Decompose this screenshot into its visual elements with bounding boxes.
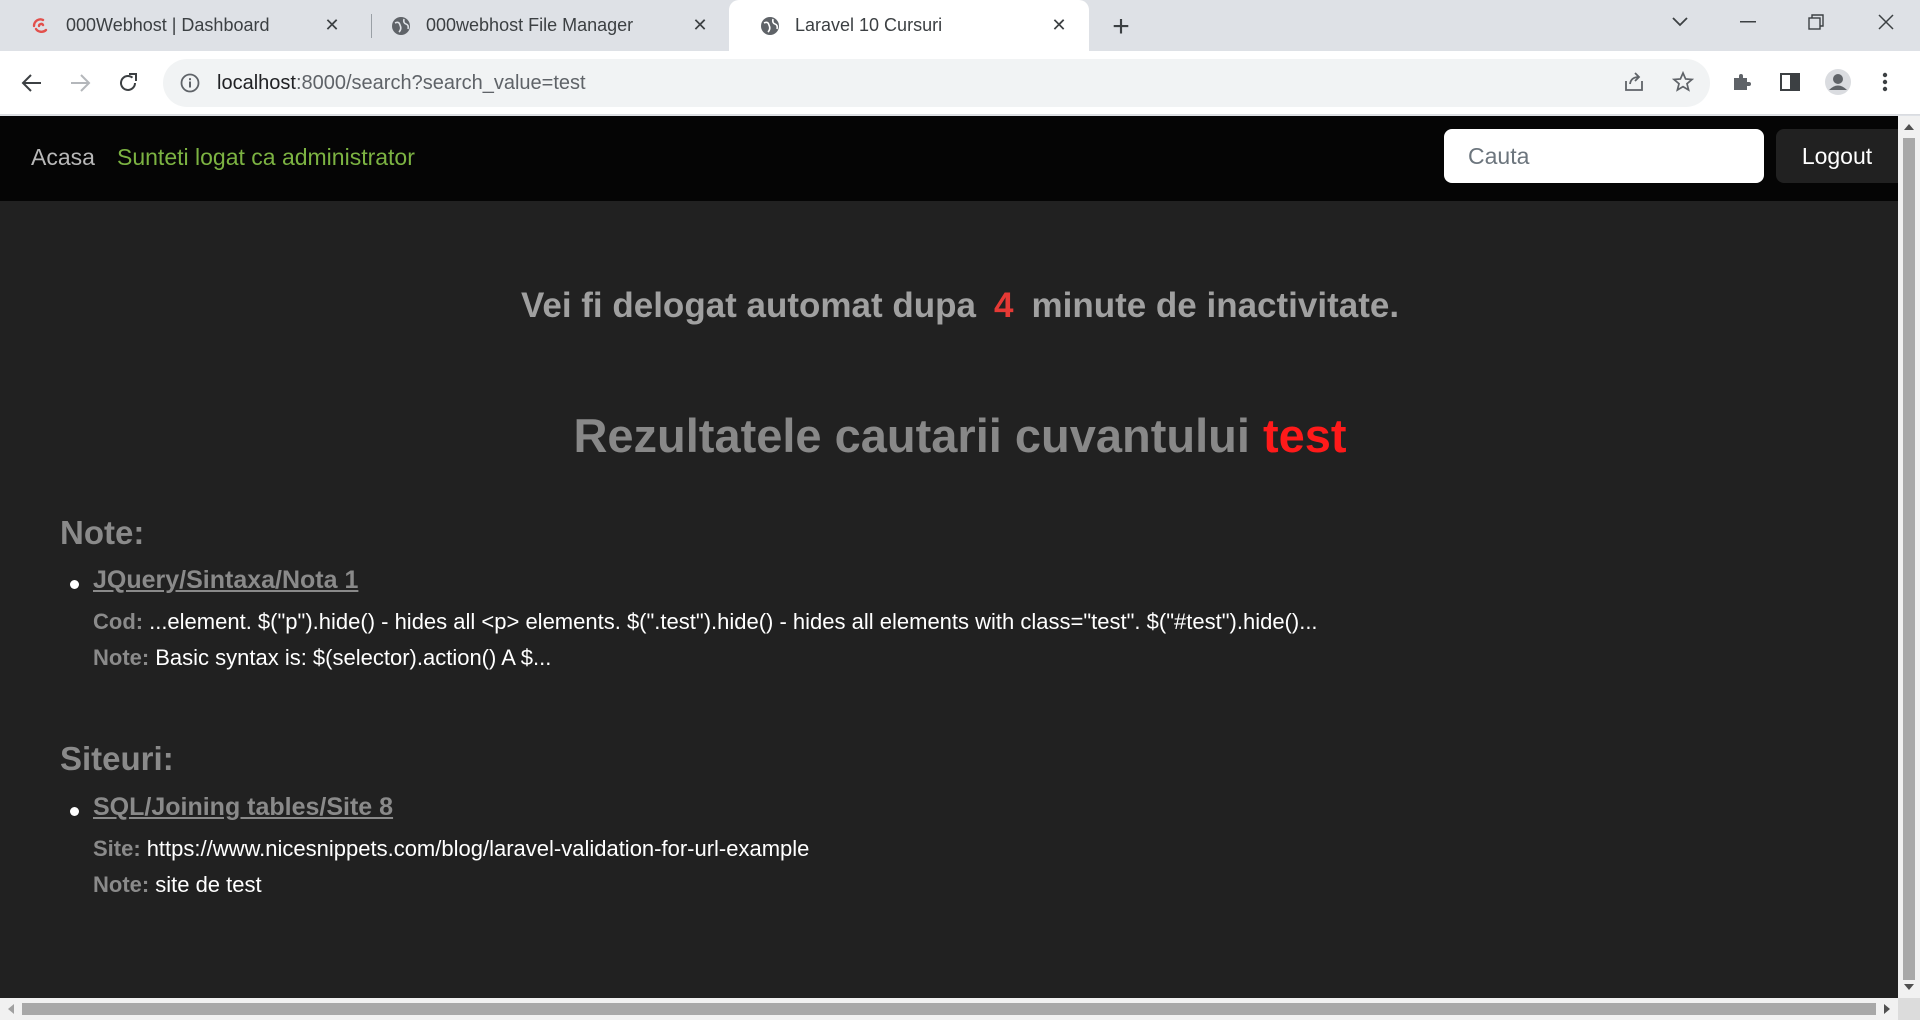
site-url-row: Site: https://www.nicesnippets.com/blog/l… (93, 831, 809, 867)
horizontal-scroll-thumb[interactable] (22, 1003, 1876, 1015)
nav-home-link[interactable]: Acasa (31, 144, 95, 171)
info-icon[interactable] (179, 72, 201, 94)
list-item: JQuery/Sintaxa/Nota 1 Cod: ...element. $(… (60, 566, 1318, 676)
address-bar[interactable]: localhost:8000/search?search_value=test (163, 59, 1710, 107)
globe-icon (390, 15, 412, 37)
scroll-left-arrow-icon[interactable] (6, 1003, 16, 1015)
scrollbar-corner (1898, 998, 1920, 1020)
code-snippet: ...element. $("p").hide() - hides all <p… (149, 609, 1318, 634)
sites-list: SQL/Joining tables/Site 8 Site: https://w… (60, 793, 809, 903)
site-link[interactable]: SQL/Joining tables/Site 8 (93, 793, 809, 831)
code-label: Cod: (93, 609, 144, 634)
results-prefix: Rezultatele cautarii cuvantului (573, 409, 1250, 462)
url-text: localhost:8000/search?search_value=test (217, 72, 586, 95)
close-icon[interactable]: ✕ (320, 14, 344, 38)
horizontal-scrollbar[interactable] (0, 998, 1898, 1020)
globe-icon (759, 15, 781, 37)
tab-file-manager[interactable]: 000webhost File Manager ✕ (360, 0, 730, 51)
tab-laravel-cursuri[interactable]: Laravel 10 Cursuri ✕ (729, 0, 1089, 51)
list-item: SQL/Joining tables/Site 8 Site: https://w… (60, 793, 809, 903)
bullet (70, 807, 79, 816)
notes-list: JQuery/Sintaxa/Nota 1 Cod: ...element. $(… (60, 566, 1318, 676)
note-code-row: Cod: ...element. $("p").hide() - hides al… (93, 604, 1318, 640)
scroll-right-arrow-icon[interactable] (1882, 1003, 1892, 1015)
bookmark-star-icon[interactable] (1666, 65, 1700, 99)
timeout-minutes: 4 (994, 286, 1014, 325)
close-icon[interactable]: ✕ (1047, 14, 1071, 38)
page-title: Rezultatele cautarii cuvantului test (0, 408, 1898, 463)
site-note-row: Note: site de test (93, 867, 809, 903)
vertical-scrollbar[interactable] (1898, 116, 1920, 998)
extensions-puzzle-icon[interactable] (1725, 65, 1759, 99)
tab-search-chevron-icon[interactable] (1646, 0, 1714, 44)
site-navbar: Acasa Sunteti logat ca administrator Log… (0, 116, 1898, 201)
logout-button[interactable]: Logout (1776, 129, 1898, 183)
note-text: Basic syntax is: $(selector).action() A … (155, 645, 552, 670)
reload-icon[interactable] (110, 65, 146, 101)
admin-status-text: Sunteti logat ca administrator (117, 144, 415, 170)
sites-heading: Siteuri: (60, 740, 174, 777)
close-icon[interactable]: ✕ (688, 14, 712, 38)
close-window-button[interactable] (1852, 0, 1920, 44)
scroll-down-arrow-icon[interactable] (1903, 982, 1915, 992)
tab-title: 000webhost File Manager (426, 15, 634, 35)
search-input[interactable] (1444, 129, 1764, 183)
kebab-menu-icon[interactable] (1868, 65, 1902, 99)
page-viewport: Acasa Sunteti logat ca administrator Log… (0, 116, 1898, 998)
auto-logout-message: Vei fi delogat automat dupa 4 minute de in… (0, 286, 1898, 326)
timeout-suffix: minute de inactivitate. (1031, 286, 1400, 325)
forward-arrow-icon[interactable] (62, 65, 98, 101)
share-icon[interactable] (1617, 65, 1651, 99)
note-note-row: Note: Basic syntax is: $(selector).action… (93, 640, 1318, 676)
note-text: site de test (155, 872, 262, 897)
bullet (70, 580, 79, 589)
timeout-prefix: Vei fi delogat automat dupa (520, 286, 976, 325)
search-term: test (1262, 409, 1347, 462)
minimize-button[interactable] (1714, 0, 1782, 44)
scroll-up-arrow-icon[interactable] (1903, 122, 1915, 132)
webhost-logo-icon (30, 15, 52, 37)
note-label: Note: (93, 645, 150, 670)
url-path: :8000/search?search_value=test (295, 71, 586, 94)
note-link[interactable]: JQuery/Sintaxa/Nota 1 (93, 566, 1318, 604)
notes-heading: Note: (60, 514, 145, 551)
url-host: localhost (217, 71, 296, 94)
side-panel-icon[interactable] (1773, 65, 1807, 99)
tab-title: 000Webhost | Dashboard (66, 15, 270, 35)
restore-button[interactable] (1782, 0, 1850, 44)
browser-toolbar: localhost:8000/search?search_value=test (0, 51, 1920, 115)
back-arrow-icon[interactable] (14, 65, 50, 101)
site-url: https://www.nicesnippets.com/blog/larave… (146, 836, 810, 861)
new-tab-button[interactable]: + (1104, 10, 1138, 44)
browser-tab-bar: 000Webhost | Dashboard ✕ 000webhost File… (0, 0, 1920, 51)
profile-avatar-icon[interactable] (1821, 65, 1855, 99)
tab-webhost-dashboard[interactable]: 000Webhost | Dashboard ✕ (0, 0, 362, 51)
vertical-scroll-thumb[interactable] (1903, 138, 1915, 980)
site-label: Site: (93, 836, 141, 861)
tab-title: Laravel 10 Cursuri (795, 15, 943, 35)
note-label: Note: (93, 872, 150, 897)
